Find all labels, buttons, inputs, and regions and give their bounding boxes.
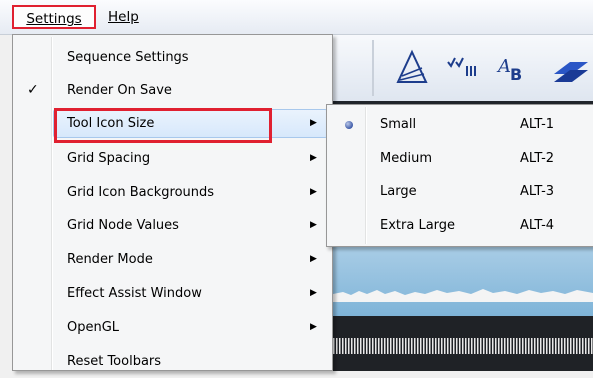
timeline-ticks — [333, 338, 593, 354]
radio-selected-icon — [345, 121, 353, 129]
menu-item-label: Reset Toolbars — [67, 354, 162, 369]
menu-item-render-mode[interactable]: Render Mode ▶ — [15, 243, 330, 276]
submenu-item-large[interactable]: Large ALT-3 — [329, 175, 593, 208]
menu-item-label: Effect Assist Window — [67, 286, 202, 301]
submenu-arrow-icon: ▶ — [310, 220, 317, 230]
submenu-item-small[interactable]: Small ALT-1 — [329, 108, 593, 141]
menu-item-label: Sequence Settings — [67, 50, 189, 65]
submenu-item-extra-large[interactable]: Extra Large ALT-4 — [329, 209, 593, 242]
submenu-arrow-icon: ▶ — [310, 322, 317, 332]
menu-item-grid-node-values[interactable]: Grid Node Values ▶ — [15, 209, 330, 242]
menu-bar: Settings Help — [0, 0, 593, 35]
menu-item-render-on-save[interactable]: ✓ Render On Save — [15, 74, 330, 107]
waveform — [333, 289, 593, 302]
menu-settings[interactable]: Settings — [12, 5, 96, 29]
text-ab-icon[interactable]: A B — [492, 48, 532, 88]
submenu-item-label: Medium — [380, 151, 432, 166]
menu-help[interactable]: Help — [104, 5, 143, 29]
tally-bars-icon[interactable] — [442, 48, 482, 88]
menu-item-label: Grid Spacing — [67, 151, 151, 166]
menu-help-label: Help — [108, 9, 139, 25]
menu-item-label: Render On Save — [67, 83, 172, 98]
menu-item-opengl[interactable]: OpenGL ▶ — [15, 311, 330, 344]
menu-item-effect-assist-window[interactable]: Effect Assist Window ▶ — [15, 277, 330, 310]
submenu-item-medium[interactable]: Medium ALT-2 — [329, 142, 593, 175]
toolbar-separator — [372, 40, 374, 96]
submenu-arrow-icon: ▶ — [310, 187, 317, 197]
submenu-arrow-icon: ▶ — [310, 153, 317, 163]
shortcut-label: ALT-3 — [520, 184, 555, 199]
triangle-outline-icon[interactable] — [392, 48, 432, 88]
submenu-item-label: Extra Large — [380, 218, 456, 233]
menu-item-grid-spacing[interactable]: Grid Spacing ▶ — [15, 142, 330, 175]
tool-icon-size-submenu: Small ALT-1 Medium ALT-2 Large ALT-3 Ext… — [326, 104, 593, 247]
submenu-item-label: Small — [380, 117, 417, 132]
waveform-panel[interactable] — [333, 246, 593, 316]
checkmark-icon: ✓ — [27, 82, 39, 98]
menu-settings-label: Settings — [26, 11, 82, 27]
shortcut-label: ALT-4 — [520, 218, 555, 233]
menu-item-reset-toolbars[interactable]: Reset Toolbars — [15, 345, 330, 378]
submenu-arrow-icon: ▶ — [310, 254, 317, 264]
annotation-callout-box — [54, 108, 272, 143]
menu-item-sequence-settings[interactable]: Sequence Settings — [15, 41, 330, 74]
menu-item-label: Grid Icon Backgrounds — [67, 185, 215, 200]
submenu-item-label: Large — [380, 184, 417, 199]
menu-item-grid-icon-backgrounds[interactable]: Grid Icon Backgrounds ▶ — [15, 176, 330, 209]
menu-item-label: Render Mode — [67, 252, 153, 267]
svg-text:A: A — [496, 56, 511, 77]
layers-icon[interactable] — [548, 48, 588, 88]
menu-item-label: OpenGL — [67, 320, 120, 335]
submenu-arrow-icon: ▶ — [310, 288, 317, 298]
shortcut-label: ALT-1 — [520, 117, 555, 132]
svg-text:B: B — [510, 65, 522, 84]
menu-item-label: Grid Node Values — [67, 218, 179, 233]
submenu-arrow-icon: ▶ — [310, 118, 317, 128]
settings-menu: Sequence Settings ✓ Render On Save Tool … — [12, 34, 333, 371]
shortcut-label: ALT-2 — [520, 151, 555, 166]
